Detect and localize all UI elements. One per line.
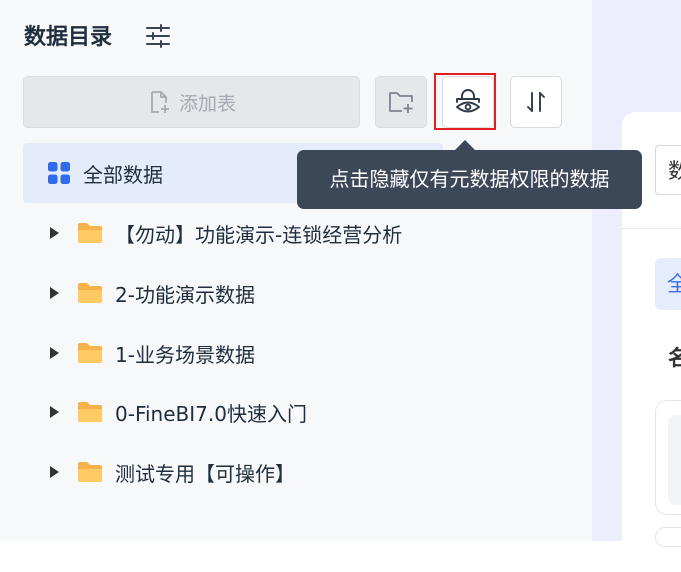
caret-right-icon[interactable] — [47, 286, 61, 300]
folder-icon — [78, 343, 102, 363]
folder-icon — [78, 223, 102, 243]
right-content-placeholder — [668, 415, 681, 505]
tree-item[interactable]: 1-业务场景数据 — [23, 325, 443, 381]
tree-item-label: 【勿动】功能演示-连锁经营分析 — [115, 222, 403, 247]
tooltip-arrow — [455, 140, 475, 150]
tree-item[interactable]: 【勿动】功能演示-连锁经营分析 — [23, 205, 443, 261]
tree-item-label: 0-FineBI7.0快速入门 — [115, 401, 307, 426]
folder-icon — [78, 402, 102, 422]
add-file-icon — [151, 91, 169, 113]
caret-right-icon[interactable] — [47, 346, 61, 360]
tree-item-label: 全部数据 — [83, 162, 163, 187]
right-tab-all[interactable]: 全 — [655, 258, 681, 310]
sliders-icon[interactable] — [145, 23, 171, 49]
right-content-box[interactable] — [655, 400, 681, 515]
sort-arrows-icon — [527, 92, 545, 112]
folder-icon — [78, 462, 102, 482]
add-table-button[interactable]: 添加表 — [23, 76, 360, 128]
folder-icon — [78, 283, 102, 303]
caret-right-icon[interactable] — [47, 226, 61, 240]
tree-item[interactable]: 0-FineBI7.0快速入门 — [23, 384, 443, 440]
sort-button[interactable] — [510, 76, 562, 128]
tree-item-label: 测试专用【可操作】 — [115, 461, 295, 486]
right-search-input[interactable]: 数 — [655, 145, 681, 195]
right-divider — [622, 228, 681, 229]
new-folder-button[interactable] — [375, 76, 427, 128]
tree-item[interactable]: 2-功能演示数据 — [23, 265, 443, 321]
add-folder-icon — [389, 92, 413, 113]
tree-item-label: 2-功能演示数据 — [115, 282, 255, 307]
caret-right-icon[interactable] — [47, 465, 61, 479]
tree-item[interactable]: 测试专用【可操作】 — [23, 444, 443, 500]
right-content-box-2[interactable] — [655, 527, 681, 547]
grid-icon — [48, 162, 70, 184]
right-section-label: 名 — [668, 346, 681, 370]
tooltip: 点击隐藏仅有元数据权限的数据 — [297, 150, 642, 209]
page-title: 数据目录 — [24, 25, 113, 50]
tree-item-label: 1-业务场景数据 — [115, 342, 255, 367]
add-table-label: 添加表 — [178, 92, 236, 115]
highlight-box — [434, 73, 496, 130]
caret-right-icon[interactable] — [47, 405, 61, 419]
